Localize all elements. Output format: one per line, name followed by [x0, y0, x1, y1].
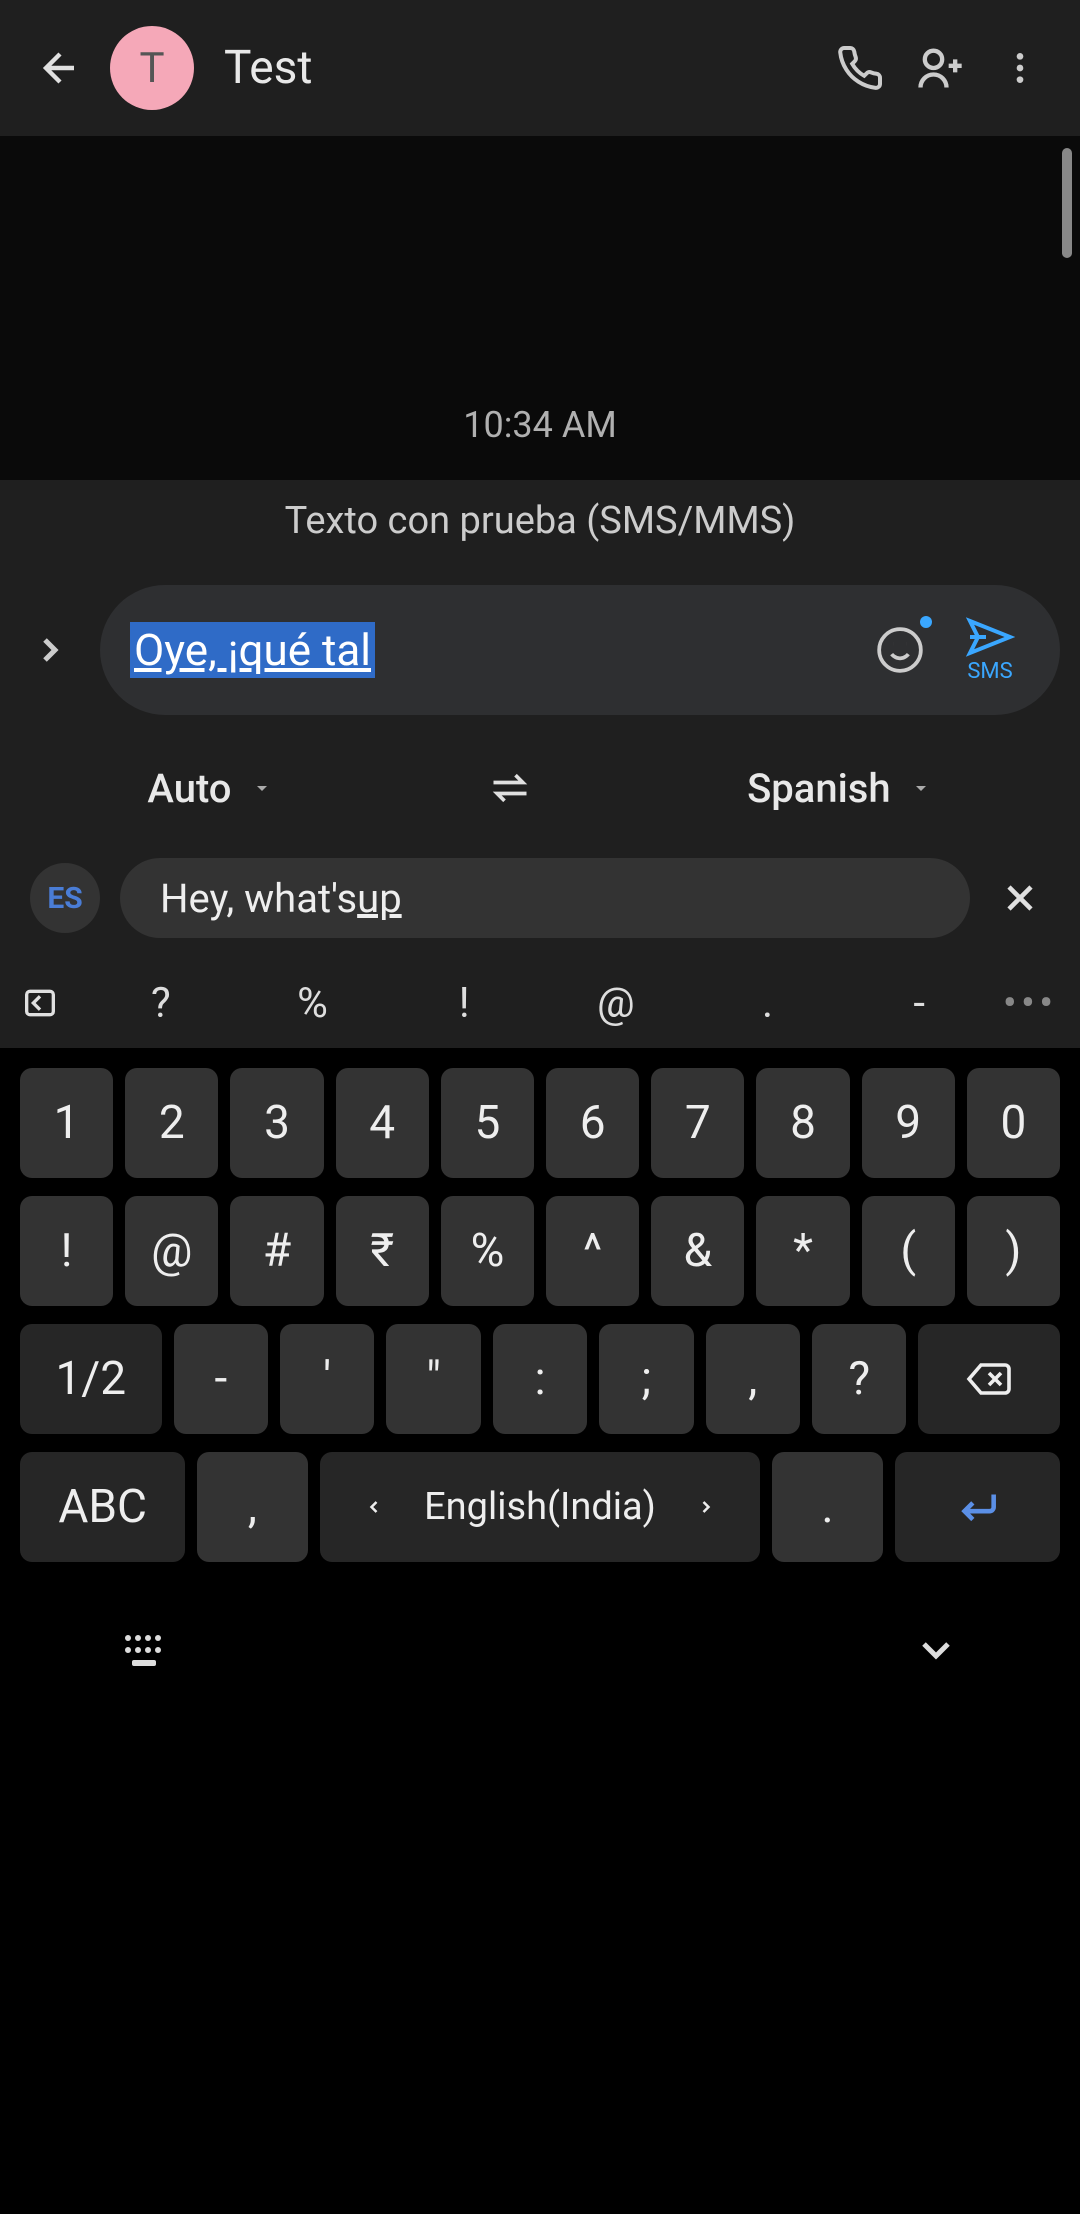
key-comma-sym[interactable]: ,	[706, 1324, 800, 1434]
key-rupee[interactable]: ₹	[336, 1196, 429, 1306]
toolbar-key-percent[interactable]: %	[242, 979, 384, 1028]
message-timestamp: 10:34 AM	[0, 404, 1080, 446]
key-backspace[interactable]	[918, 1324, 1060, 1434]
key-2[interactable]: 2	[125, 1068, 218, 1178]
source-language-label: Auto	[147, 765, 231, 812]
keyboard-row-3: 1/2 - ' " : ; , ?	[20, 1324, 1060, 1434]
target-language-selector[interactable]: Spanish	[747, 765, 933, 812]
compose-input-container: Oye, ¡qué tal SMS	[100, 585, 1060, 715]
keyboard-toolbar: ? % ! @ . - •••	[0, 958, 1080, 1048]
key-star[interactable]: *	[756, 1196, 849, 1306]
key-6[interactable]: 6	[546, 1068, 639, 1178]
suggestion-text-underlined: up	[357, 875, 402, 922]
chevron-right-icon	[696, 1497, 716, 1517]
key-question[interactable]: ?	[812, 1324, 906, 1434]
app-header: T Test	[0, 0, 1080, 136]
chevron-left-icon	[364, 1497, 384, 1517]
key-page-toggle[interactable]: 1/2	[20, 1324, 162, 1434]
send-label: SMS	[967, 659, 1012, 684]
hide-keyboard-button[interactable]	[912, 1626, 960, 1674]
translation-suggestion[interactable]: Hey, what's up	[120, 858, 970, 938]
language-badge[interactable]: ES	[30, 863, 100, 933]
back-button[interactable]	[20, 28, 100, 108]
close-suggestion-button[interactable]	[990, 868, 1050, 928]
key-rparen[interactable]: )	[967, 1196, 1060, 1306]
more-options-button[interactable]	[980, 28, 1060, 108]
key-3[interactable]: 3	[230, 1068, 323, 1178]
keyboard-row-1: 1 2 3 4 5 6 7 8 9 0	[20, 1068, 1060, 1178]
key-dash[interactable]: -	[174, 1324, 268, 1434]
chevron-down-icon	[250, 776, 274, 800]
key-0[interactable]: 0	[967, 1068, 1060, 1178]
keyboard-row-2: ! @ # ₹ % ^ & * ( )	[20, 1196, 1060, 1306]
keyboard-rows: 1 2 3 4 5 6 7 8 9 0 ! @ # ₹ % ^ & * ( ) …	[0, 1048, 1080, 1590]
toolbar-key-at[interactable]: @	[545, 979, 687, 1028]
key-amp[interactable]: &	[651, 1196, 744, 1306]
contact-title[interactable]: Test	[224, 41, 820, 95]
key-quote[interactable]: "	[386, 1324, 480, 1434]
toolbar-key-exclaim[interactable]: !	[393, 979, 535, 1028]
key-spacebar[interactable]: English(India)	[320, 1452, 761, 1562]
contact-avatar[interactable]: T	[110, 26, 194, 110]
emoji-button[interactable]	[870, 620, 930, 680]
key-lparen[interactable]: (	[862, 1196, 955, 1306]
keyboard-switch-button[interactable]	[120, 1630, 168, 1670]
key-9[interactable]: 9	[862, 1068, 955, 1178]
key-percent[interactable]: %	[441, 1196, 534, 1306]
key-exclaim[interactable]: !	[20, 1196, 113, 1306]
add-contact-button[interactable]	[900, 28, 980, 108]
send-button[interactable]: SMS	[950, 617, 1030, 684]
call-button[interactable]	[820, 28, 900, 108]
key-period[interactable]: .	[772, 1452, 882, 1562]
scrollbar[interactable]	[1062, 148, 1072, 258]
compose-input[interactable]: Oye, ¡qué tal	[130, 624, 870, 676]
swap-languages-button[interactable]	[488, 766, 532, 810]
compose-area: Oye, ¡qué tal SMS	[0, 562, 1080, 738]
notification-dot-icon	[920, 616, 932, 628]
key-7[interactable]: 7	[651, 1068, 744, 1178]
key-semicolon[interactable]: ;	[599, 1324, 693, 1434]
translate-bar: Auto Spanish	[0, 738, 1080, 838]
key-colon[interactable]: :	[493, 1324, 587, 1434]
key-abc[interactable]: ABC	[20, 1452, 185, 1562]
source-language-selector[interactable]: Auto	[147, 765, 273, 812]
key-5[interactable]: 5	[441, 1068, 534, 1178]
translation-banner: Texto con prueba (SMS/MMS)	[0, 480, 1080, 562]
toolbar-key-question[interactable]: ?	[90, 979, 232, 1028]
key-apos[interactable]: '	[280, 1324, 374, 1434]
key-4[interactable]: 4	[336, 1068, 429, 1178]
messages-area[interactable]: 10:34 AM	[0, 136, 1080, 480]
toolbar-key-dash[interactable]: -	[848, 979, 990, 1028]
key-caret[interactable]: ^	[546, 1196, 639, 1306]
key-comma[interactable]: ,	[197, 1452, 307, 1562]
target-language-label: Spanish	[747, 765, 891, 812]
key-enter[interactable]	[895, 1452, 1060, 1562]
keyboard: ? % ! @ . - ••• 1 2 3 4 5 6 7 8 9 0 ! @ …	[0, 958, 1080, 1710]
translation-suggestion-row: ES Hey, what's up	[0, 838, 1080, 958]
key-1[interactable]: 1	[20, 1068, 113, 1178]
chevron-down-icon	[909, 776, 933, 800]
navigation-bar	[0, 1590, 1080, 1710]
key-8[interactable]: 8	[756, 1068, 849, 1178]
spacebar-language-label: English(India)	[424, 1485, 656, 1529]
toolbar-more-button[interactable]: •••	[1000, 979, 1060, 1028]
keyboard-row-4: ABC , English(India) .	[20, 1452, 1060, 1562]
key-at[interactable]: @	[125, 1196, 218, 1306]
key-hash[interactable]: #	[230, 1196, 323, 1306]
keyboard-collapse-button[interactable]	[20, 983, 80, 1023]
toolbar-key-period[interactable]: .	[697, 979, 839, 1028]
selected-text: Oye, ¡qué tal	[130, 622, 375, 678]
suggestion-text-prefix: Hey, what's	[160, 875, 357, 922]
expand-attachments-button[interactable]	[10, 610, 90, 690]
